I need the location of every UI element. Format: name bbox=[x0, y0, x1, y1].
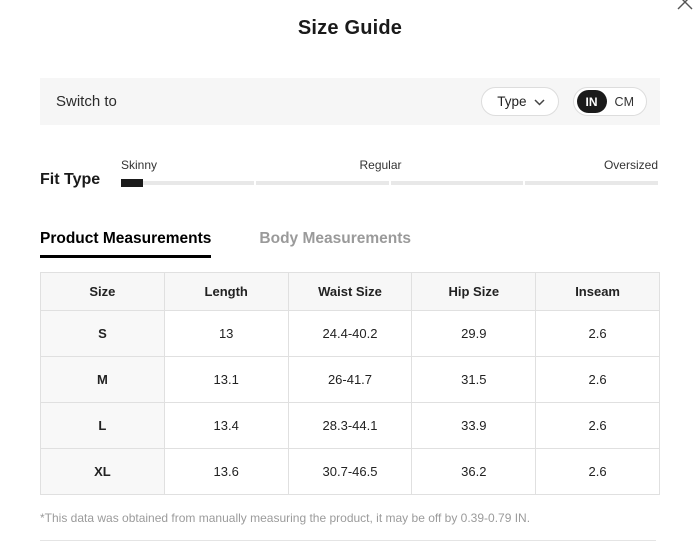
cell-size: XL bbox=[41, 449, 165, 495]
close-icon[interactable] bbox=[674, 0, 696, 13]
fit-slider-track[interactable] bbox=[121, 181, 658, 185]
cell-waist: 24.4-40.2 bbox=[288, 311, 412, 357]
cell-length: 13 bbox=[164, 311, 288, 357]
fit-option-skinny[interactable]: Skinny bbox=[121, 158, 157, 172]
tab-product-measurements[interactable]: Product Measurements bbox=[40, 230, 211, 258]
table-row: XL 13.6 30.7-46.5 36.2 2.6 bbox=[41, 449, 660, 495]
unit-toggle-cm[interactable]: CM bbox=[607, 95, 643, 109]
switch-to-label: Switch to bbox=[56, 93, 117, 110]
col-header-waist: Waist Size bbox=[288, 273, 412, 311]
fit-type-slider: Skinny Regular Oversized bbox=[121, 158, 658, 185]
unit-toggle: IN CM bbox=[573, 87, 647, 116]
fit-option-regular[interactable]: Regular bbox=[359, 158, 401, 172]
type-dropdown-label: Type bbox=[497, 94, 526, 109]
cell-hip: 31.5 bbox=[412, 357, 536, 403]
cell-hip: 33.9 bbox=[412, 403, 536, 449]
bottom-divider bbox=[40, 540, 656, 541]
col-header-length: Length bbox=[164, 273, 288, 311]
cell-inseam: 2.6 bbox=[536, 449, 660, 495]
table-row: S 13 24.4-40.2 29.9 2.6 bbox=[41, 311, 660, 357]
cell-inseam: 2.6 bbox=[536, 403, 660, 449]
col-header-inseam: Inseam bbox=[536, 273, 660, 311]
table-header-row: Size Length Waist Size Hip Size Inseam bbox=[41, 273, 660, 311]
cell-hip: 36.2 bbox=[412, 449, 536, 495]
cell-waist: 28.3-44.1 bbox=[288, 403, 412, 449]
cell-size: L bbox=[41, 403, 165, 449]
type-dropdown[interactable]: Type bbox=[481, 87, 558, 116]
unit-toggle-in[interactable]: IN bbox=[577, 90, 607, 113]
tab-body-measurements[interactable]: Body Measurements bbox=[259, 230, 411, 258]
switch-bar: Switch to Type IN CM bbox=[40, 78, 660, 125]
cell-size: S bbox=[41, 311, 165, 357]
cell-waist: 26-41.7 bbox=[288, 357, 412, 403]
cell-inseam: 2.6 bbox=[536, 311, 660, 357]
cell-length: 13.6 bbox=[164, 449, 288, 495]
col-header-hip: Hip Size bbox=[412, 273, 536, 311]
chevron-down-icon bbox=[534, 94, 545, 109]
fit-track-segment bbox=[256, 181, 389, 185]
size-table: Size Length Waist Size Hip Size Inseam S… bbox=[40, 272, 660, 495]
cell-length: 13.4 bbox=[164, 403, 288, 449]
cell-hip: 29.9 bbox=[412, 311, 536, 357]
switch-controls: Type IN CM bbox=[481, 87, 647, 116]
fit-option-oversized[interactable]: Oversized bbox=[604, 158, 658, 172]
fit-track-segment bbox=[525, 181, 658, 185]
cell-length: 13.1 bbox=[164, 357, 288, 403]
fit-track-segment bbox=[391, 181, 524, 185]
fit-type-label: Fit Type bbox=[40, 171, 100, 189]
table-row: M 13.1 26-41.7 31.5 2.6 bbox=[41, 357, 660, 403]
fit-type-options: Skinny Regular Oversized bbox=[121, 158, 658, 172]
col-header-size: Size bbox=[41, 273, 165, 311]
cell-size: M bbox=[41, 357, 165, 403]
measurement-tabs: Product Measurements Body Measurements bbox=[40, 230, 411, 258]
measurement-disclaimer: *This data was obtained from manually me… bbox=[40, 511, 530, 525]
fit-slider-thumb[interactable] bbox=[121, 179, 143, 187]
cell-waist: 30.7-46.5 bbox=[288, 449, 412, 495]
fit-type-section: Fit Type Skinny Regular Oversized bbox=[40, 158, 660, 198]
cell-inseam: 2.6 bbox=[536, 357, 660, 403]
page-title: Size Guide bbox=[0, 0, 700, 40]
table-row: L 13.4 28.3-44.1 33.9 2.6 bbox=[41, 403, 660, 449]
